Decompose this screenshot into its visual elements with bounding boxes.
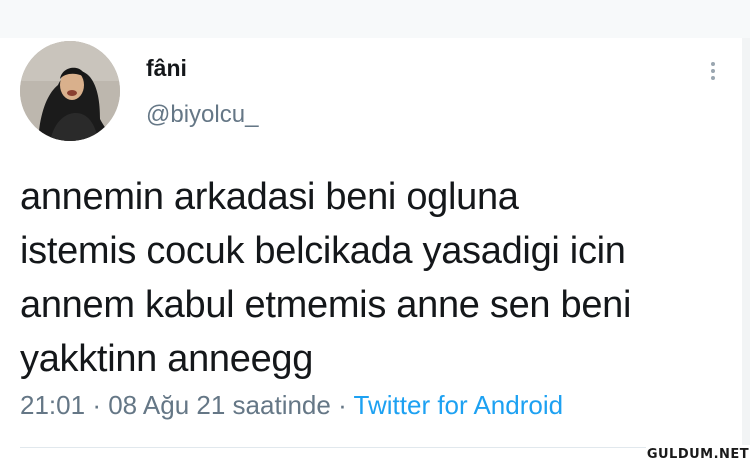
meta-separator: · <box>92 390 101 420</box>
tweet-text-line: annemin arkadasi beni ogluna <box>20 176 519 218</box>
watermark: GULDUM.NET <box>646 445 750 464</box>
top-bar <box>0 0 750 38</box>
avatar[interactable] <box>20 41 120 141</box>
avatar-image <box>20 41 120 141</box>
more-options-button[interactable] <box>703 55 723 87</box>
more-vertical-icon-dot <box>711 69 715 73</box>
tweet-text-line: istemis cocuk belcikada yasadigi icin <box>20 230 626 272</box>
tweet-date[interactable]: 08 Ağu 21 saatinde <box>108 390 331 420</box>
tweet-time[interactable]: 21:01 <box>20 390 85 420</box>
user-handle[interactable]: @biyolcu_ <box>146 100 258 130</box>
tweet-text-line: yakktinn anneegg <box>20 338 314 380</box>
meta-separator: · <box>338 390 347 420</box>
display-name[interactable]: fâni <box>146 54 187 82</box>
tweet-meta: 21:01 · 08 Ağu 21 saatinde · Twitter for… <box>20 388 563 422</box>
more-vertical-icon-dot <box>711 76 715 80</box>
tweet-text: annemin arkadasi beni ogluna istemis coc… <box>20 170 720 386</box>
divider <box>20 447 730 448</box>
tweet-text-line: annem kabul etmemis anne sen beni <box>20 284 632 326</box>
more-vertical-icon <box>711 62 715 66</box>
tweet-source-link[interactable]: Twitter for Android <box>354 390 564 420</box>
card-edge <box>742 38 750 464</box>
